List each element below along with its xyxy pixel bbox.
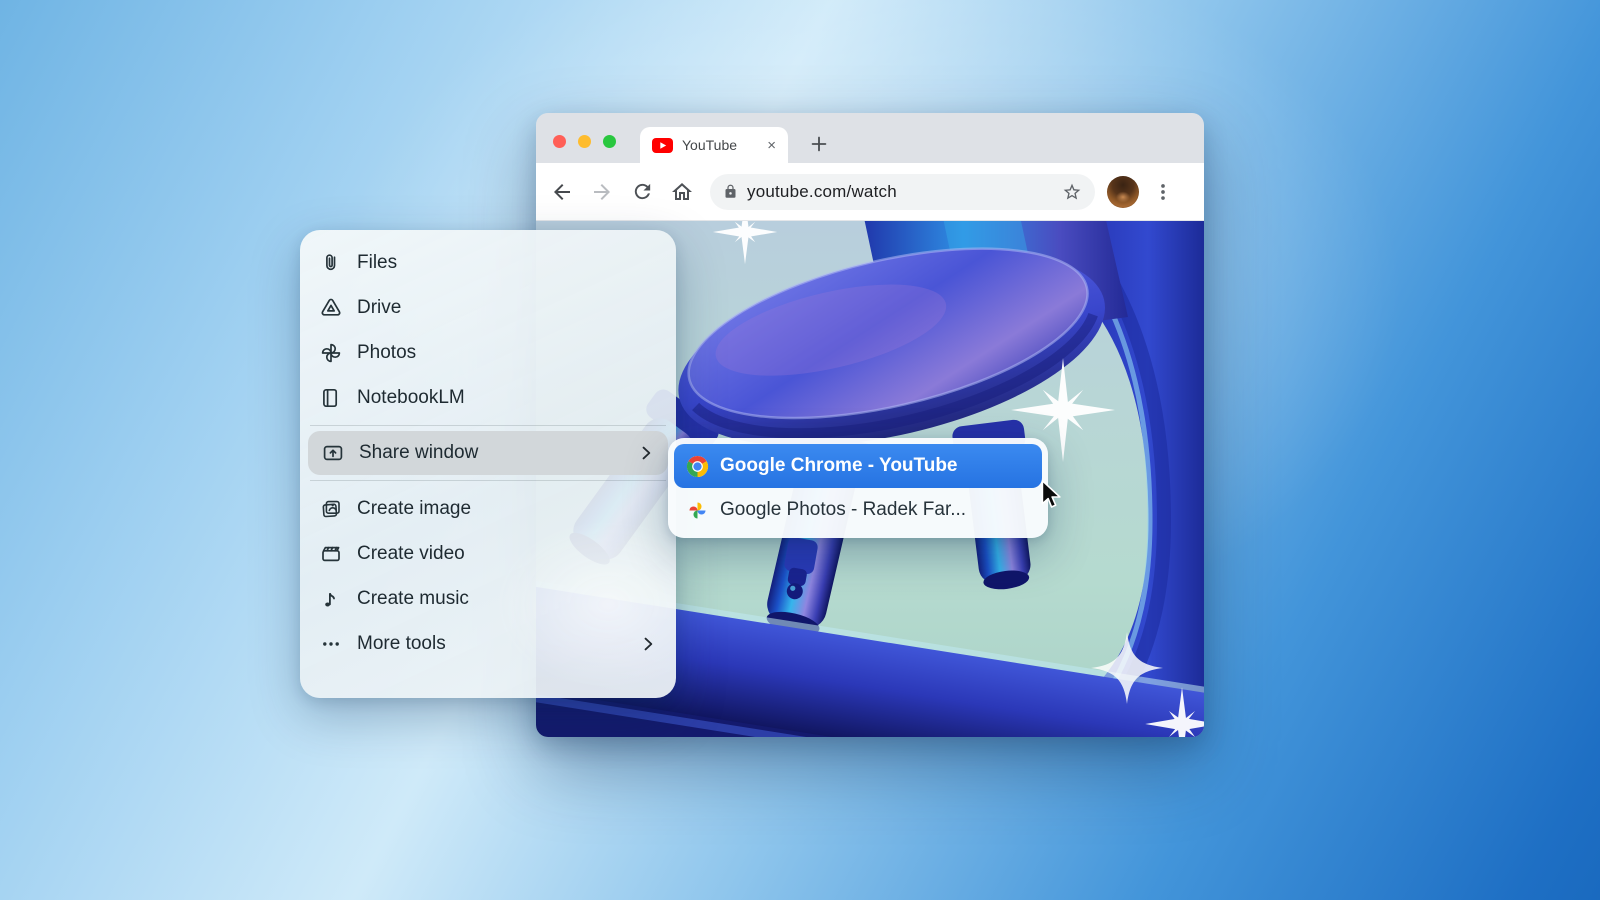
menu-item-label: Files: [357, 252, 397, 274]
submenu-item-chrome-youtube[interactable]: Google Chrome - YouTube: [674, 444, 1042, 488]
address-bar[interactable]: youtube.com/watch: [710, 174, 1095, 210]
menu-item-label: NotebookLM: [357, 387, 465, 409]
menu-item-create-image[interactable]: Create image: [300, 486, 676, 531]
close-window-button[interactable]: [553, 135, 566, 148]
menu-item-label: Create video: [357, 543, 465, 565]
menu-item-files[interactable]: Files: [300, 240, 676, 285]
music-note-icon: [318, 586, 344, 612]
bookmark-star-icon[interactable]: [1062, 182, 1082, 202]
mouse-cursor: [1040, 480, 1062, 510]
zoom-window-button[interactable]: [603, 135, 616, 148]
image-stack-icon: [318, 496, 344, 522]
menu-item-create-video[interactable]: Create video: [300, 531, 676, 576]
assistant-context-menu: Files Drive Photos NotebookLM Share wind…: [300, 230, 676, 698]
share-window-submenu: Google Chrome - YouTube Google Photos - …: [668, 438, 1048, 538]
menu-item-label: Create music: [357, 588, 469, 610]
browser-toolbar: youtube.com/watch: [536, 163, 1204, 221]
tab-youtube[interactable]: YouTube ×: [640, 127, 788, 163]
youtube-favicon: [652, 138, 673, 153]
window-controls: [553, 135, 616, 148]
chevron-right-icon: [638, 634, 658, 654]
submenu-item-google-photos[interactable]: Google Photos - Radek Far...: [674, 488, 1042, 532]
menu-item-drive[interactable]: Drive: [300, 285, 676, 330]
new-tab-button[interactable]: [804, 129, 834, 159]
menu-item-label: Drive: [357, 297, 401, 319]
tab-close-icon[interactable]: ×: [767, 138, 776, 153]
lock-icon: [723, 184, 738, 199]
minimize-window-button[interactable]: [578, 135, 591, 148]
google-photos-logo-icon: [685, 498, 709, 522]
browser-menu-icon[interactable]: [1152, 181, 1174, 203]
menu-item-label: Create image: [357, 498, 471, 520]
home-button[interactable]: [669, 179, 695, 205]
chrome-logo-icon: [685, 454, 709, 478]
back-button[interactable]: [549, 179, 575, 205]
menu-item-more-tools[interactable]: More tools: [300, 621, 676, 666]
tab-strip: YouTube ×: [536, 113, 1204, 163]
clapperboard-icon: [318, 541, 344, 567]
url-text[interactable]: youtube.com/watch: [747, 182, 897, 202]
ellipsis-icon: [318, 631, 344, 657]
menu-item-label: Share window: [359, 442, 478, 464]
google-drive-icon: [318, 295, 344, 321]
menu-item-label: More tools: [357, 633, 446, 655]
paperclip-icon: [318, 250, 344, 276]
chevron-right-icon: [636, 443, 656, 463]
tab-title: YouTube: [682, 137, 737, 153]
menu-item-create-music[interactable]: Create music: [300, 576, 676, 621]
menu-separator: [310, 425, 666, 426]
menu-item-label: Photos: [357, 342, 416, 364]
menu-item-notebooklm[interactable]: NotebookLM: [300, 375, 676, 420]
profile-avatar[interactable]: [1107, 176, 1139, 208]
submenu-item-label: Google Chrome - YouTube: [720, 455, 958, 477]
menu-item-share-window[interactable]: Share window: [308, 431, 668, 475]
reload-button[interactable]: [629, 179, 655, 205]
menu-separator: [310, 480, 666, 481]
photos-pinwheel-icon: [318, 340, 344, 366]
notebook-icon: [318, 385, 344, 411]
submenu-item-label: Google Photos - Radek Far...: [720, 499, 966, 521]
forward-button[interactable]: [589, 179, 615, 205]
share-window-icon: [320, 440, 346, 466]
menu-item-photos[interactable]: Photos: [300, 330, 676, 375]
